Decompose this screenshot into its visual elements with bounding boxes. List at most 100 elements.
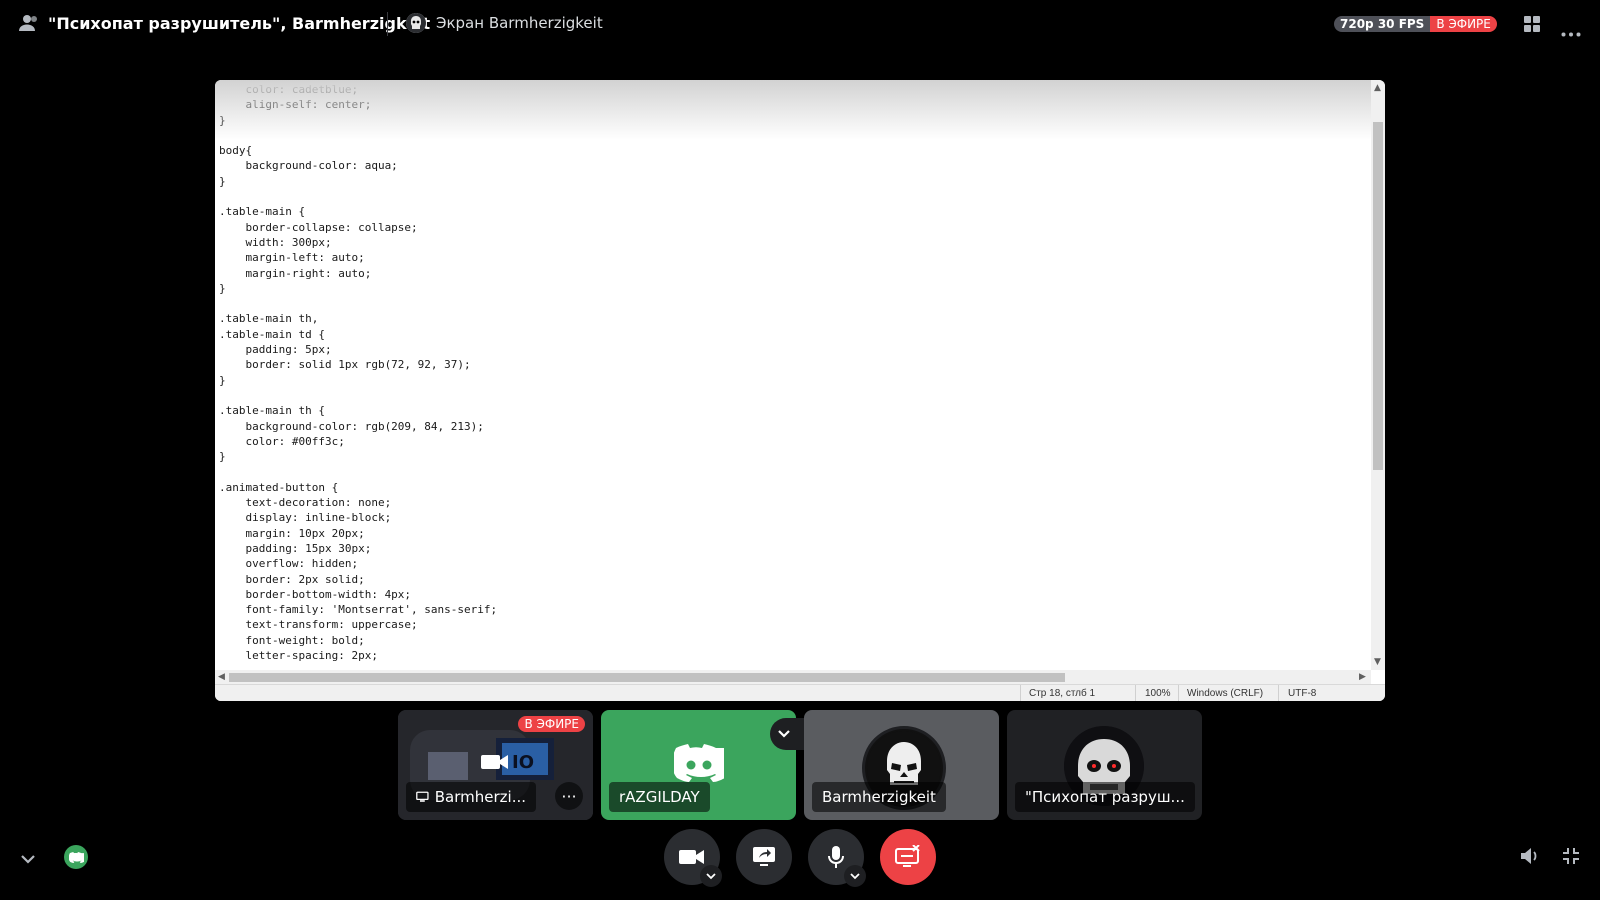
vertical-scrollbar[interactable]: ▲ ▼ xyxy=(1371,80,1385,670)
camera-options-button[interactable] xyxy=(700,865,722,887)
code-line: .table-main { xyxy=(219,205,306,219)
monitor-icon xyxy=(416,791,429,802)
user-avatar-icon xyxy=(406,13,426,33)
code-line: text-decoration: none; xyxy=(219,496,392,510)
chevron-down-icon xyxy=(777,730,790,738)
code-line: } xyxy=(219,174,226,188)
status-separator xyxy=(1135,685,1136,701)
code-line: overflow: hidden; xyxy=(219,557,359,571)
code-line: display: inline-block; xyxy=(219,511,392,525)
scroll-up-icon[interactable]: ▲ xyxy=(1374,83,1381,93)
code-line: } xyxy=(219,373,226,387)
code-line: font-weight: bold; xyxy=(219,633,365,647)
tile-name-label: rAZGILDAY xyxy=(609,782,710,812)
participant-tile-barmherzigkeit[interactable]: Barmherzigkeit xyxy=(804,710,999,820)
stop-stream-icon xyxy=(895,845,920,867)
live-badge: В ЭФИРЕ xyxy=(1430,16,1497,32)
scroll-down-icon[interactable]: ▼ xyxy=(1374,657,1381,667)
camera-button[interactable] xyxy=(664,829,722,887)
horizontal-scrollbar[interactable]: ◀ ▶ xyxy=(215,670,1371,684)
tile-name-label: Barmherzi... xyxy=(406,782,536,812)
tile-more-icon[interactable]: ··· xyxy=(555,782,583,810)
stream-header: "Психопат разрушитель", Barmherzigkeit Э… xyxy=(0,0,1600,48)
code-line: margin: 10px 20px; xyxy=(219,526,365,540)
line-ending: Windows (CRLF) xyxy=(1187,688,1264,699)
code-line: align-self: center; xyxy=(219,98,372,112)
tile-name-label: Barmherzigkeit xyxy=(812,782,946,812)
status-separator xyxy=(1020,685,1021,701)
microphone-button[interactable] xyxy=(808,829,866,887)
code-line: } xyxy=(219,113,226,127)
zoom-level: 100% xyxy=(1145,688,1171,699)
tile-name: Barmherzi... xyxy=(434,788,526,806)
vertical-scroll-thumb[interactable] xyxy=(1373,122,1383,470)
code-line: color: cadetblue; xyxy=(219,83,359,96)
code-line: width: 300px; xyxy=(219,235,332,249)
grid-view-icon[interactable] xyxy=(1523,15,1541,37)
code-line: text-transform: uppercase; xyxy=(219,618,418,632)
screen-share-button[interactable] xyxy=(736,829,792,885)
discord-activity-icon[interactable] xyxy=(64,845,88,869)
tile-name: "Психопат разруш... xyxy=(1025,788,1185,806)
discord-logo-icon xyxy=(671,744,731,786)
shared-screen-editor[interactable]: color: cadetblue; align-self: center;} b… xyxy=(215,80,1385,701)
participant-tile-razgilday[interactable]: rAZGILDAY xyxy=(601,710,796,820)
editor-status-bar: Стр 18, стлб 1 100% Windows (CRLF) UTF-8 xyxy=(215,684,1385,701)
screen-share-icon xyxy=(753,847,775,866)
code-line: border-collapse: collapse; xyxy=(219,220,418,234)
tile-live-badge: В ЭФИРЕ xyxy=(518,716,585,732)
participant-tile-psikhopat[interactable]: "Психопат разруш... xyxy=(1007,710,1202,820)
channel-title: "Психопат разрушитель", Barmherzigkeit xyxy=(48,14,431,33)
encoding: UTF-8 xyxy=(1288,688,1317,699)
microphone-options-button[interactable] xyxy=(844,865,866,887)
code-line: border: solid 1px rgb(72, 92, 37); xyxy=(219,358,471,372)
code-line: padding: 15px 30px; xyxy=(219,541,372,555)
exit-fullscreen-icon[interactable] xyxy=(1562,847,1580,869)
people-icon[interactable] xyxy=(18,14,40,36)
participant-tile-stream[interactable]: IO В ЭФИРЕ Barmherzi... ··· xyxy=(398,710,593,820)
stop-stream-button[interactable] xyxy=(880,829,936,885)
code-line: } xyxy=(219,281,226,295)
code-line: margin-right: auto; xyxy=(219,266,372,280)
code-line: .table-main th { xyxy=(219,404,325,418)
camera-icon xyxy=(481,752,509,776)
tile-name: Barmherzigkeit xyxy=(822,788,936,806)
header-divider xyxy=(387,12,388,36)
camera-icon xyxy=(679,850,704,864)
code-line: .animated-button { xyxy=(219,480,339,494)
tile-name-label: "Психопат разруш... xyxy=(1015,782,1195,812)
code-line: font-family: 'Montserrat', sans-serif; xyxy=(219,603,498,617)
microphone-icon xyxy=(828,846,844,868)
code-line: letter-spacing: 2px; xyxy=(219,648,378,662)
code-line: .table-main td { xyxy=(219,327,325,341)
code-line: background-color: rgb(209, 84, 213); xyxy=(219,419,484,433)
stream-badges: 720p 30 FPS В ЭФИРЕ xyxy=(1334,16,1497,32)
code-line: margin-left: auto; xyxy=(219,251,365,265)
chevron-down-icon[interactable] xyxy=(20,849,36,868)
code-line: body{ xyxy=(219,144,253,158)
code-line: color: #00ff3c; xyxy=(219,434,345,448)
code-line: .table-main th, xyxy=(219,312,319,326)
horizontal-scroll-thumb[interactable] xyxy=(229,673,1065,682)
code-line: padding: 5px; xyxy=(219,343,332,357)
screen-label: Экран Barmherzigkeit xyxy=(436,14,603,32)
status-separator xyxy=(1178,685,1179,701)
more-icon[interactable] xyxy=(1561,22,1581,41)
scroll-left-icon[interactable]: ◀ xyxy=(218,672,225,682)
tile-name: rAZGILDAY xyxy=(619,788,700,806)
code-line: } xyxy=(219,450,226,464)
scroll-right-icon[interactable]: ▶ xyxy=(1359,672,1366,682)
volume-icon[interactable] xyxy=(1520,847,1540,869)
code-line: border: 2px solid; xyxy=(219,572,365,586)
screen-source: Экран Barmherzigkeit xyxy=(406,13,603,33)
code-line: border-bottom-width: 4px; xyxy=(219,587,412,601)
code-line: background-color: aqua; xyxy=(219,159,398,173)
quality-badge: 720p 30 FPS xyxy=(1334,16,1431,32)
svg-text:IO: IO xyxy=(512,752,534,773)
code-text: color: cadetblue; align-self: center;} b… xyxy=(219,82,497,663)
